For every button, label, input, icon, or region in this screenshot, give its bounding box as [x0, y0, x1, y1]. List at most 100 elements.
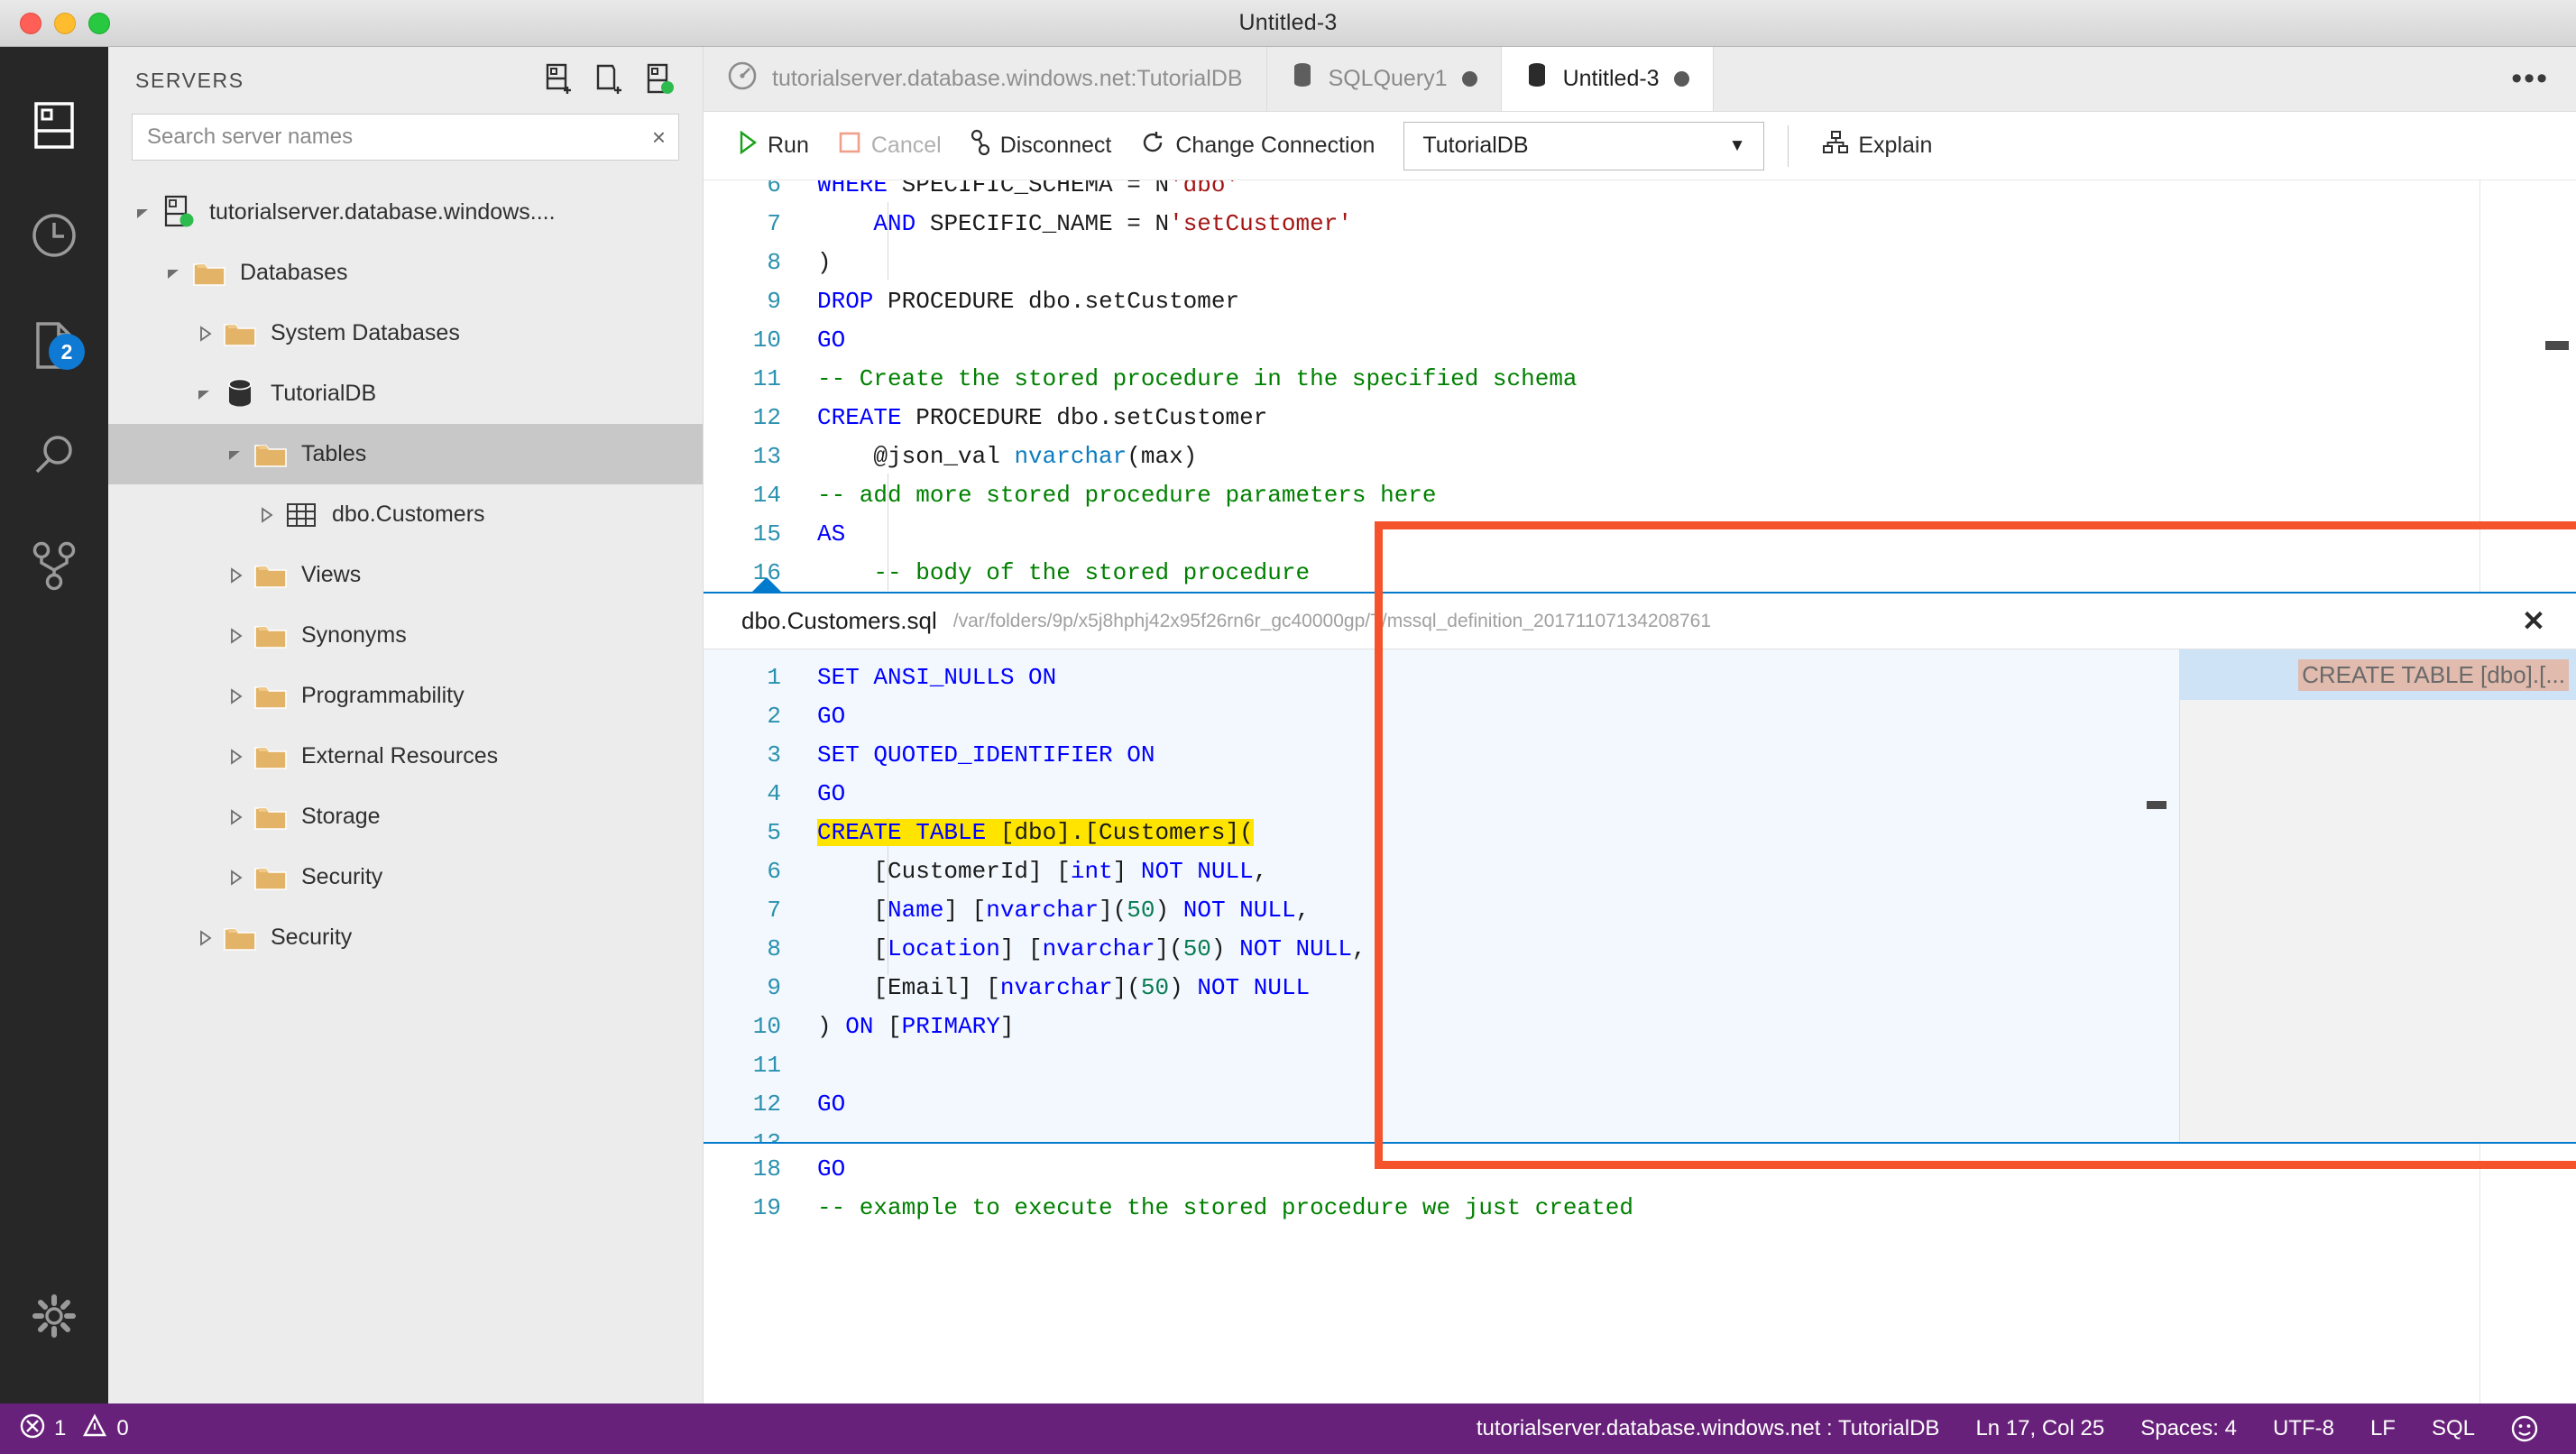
code-line[interactable]: 2 GO — [704, 697, 2179, 736]
code-line[interactable]: 16 -- body of the stored procedure — [704, 554, 2576, 593]
code-line[interactable]: 7 [Name] [nvarchar](50) NOT NULL, — [704, 891, 2179, 930]
tab-untitled-3-dirty-dot[interactable] — [1673, 71, 1689, 87]
code-line[interactable]: 10) ON [PRIMARY] — [704, 1008, 2179, 1046]
tree-item-views[interactable]: Views — [108, 545, 703, 605]
editor-viewport[interactable]: 6 WHERE SPECIFIC_SCHEMA = N'dbo' 7 AND SPE… — [704, 180, 2576, 1403]
editor-code-top[interactable]: 6 WHERE SPECIFIC_SCHEMA = N'dbo' 7 AND SPE… — [704, 180, 2576, 631]
code-line[interactable]: 19 -- example to execute the stored proce… — [704, 1189, 2576, 1228]
editor-actions-more-icon[interactable]: ••• — [2511, 63, 2549, 94]
chevron-down-icon[interactable] — [189, 384, 220, 404]
chevron-right-icon[interactable] — [220, 747, 251, 767]
code-line[interactable]: 6 [CustomerId] [int] NOT NULL, — [704, 852, 2179, 891]
tree-item-security[interactable]: Security — [108, 907, 703, 968]
chevron-right-icon[interactable] — [220, 807, 251, 827]
chevron-right-icon[interactable] — [220, 868, 251, 888]
tree-item-storage[interactable]: Storage — [108, 787, 703, 847]
search-box[interactable]: × — [132, 114, 679, 161]
code-line[interactable]: 6 WHERE SPECIFIC_SCHEMA = N'dbo' — [704, 180, 2576, 205]
code-line[interactable]: 11 — [704, 1046, 2179, 1085]
activity-item-source-control[interactable] — [0, 511, 108, 621]
chevron-down-icon[interactable] — [159, 263, 189, 283]
code-line[interactable]: 1 SET ANSI_NULLS ON — [704, 658, 2179, 697]
peek-result-item[interactable]: CREATE TABLE [dbo].[... — [2180, 649, 2576, 700]
code-token: AND — [873, 210, 916, 237]
status-cursor-position[interactable]: Ln 17, Col 25 — [1957, 1416, 2122, 1441]
cancel-button[interactable]: Cancel — [823, 131, 956, 161]
search-input[interactable] — [147, 124, 652, 150]
tree-item-tables[interactable]: Tables — [108, 424, 703, 484]
code-line[interactable]: 12 GO — [704, 1085, 2179, 1124]
code-line[interactable]: 9 [Email] [nvarchar](50) NOT NULL — [704, 969, 2179, 1008]
status-problems[interactable]: 1 0 — [0, 1413, 129, 1445]
tab-sqlquery1[interactable]: SQLQuery1 — [1267, 47, 1502, 111]
code-line[interactable]: 8 [Location] [nvarchar](50) NOT NULL, — [704, 930, 2179, 969]
code-line[interactable]: 3 SET QUOTED_IDENTIFIER ON — [704, 736, 2179, 775]
code-line[interactable]: 13 — [704, 1124, 2179, 1142]
tab-bar-filler: ••• — [1713, 47, 2576, 111]
code-line[interactable]: 15 AS — [704, 515, 2576, 554]
peek-close-icon[interactable]: ✕ — [2522, 605, 2545, 638]
tab-sqlquery1-dirty-dot[interactable] — [1461, 71, 1477, 87]
disconnect-button[interactable]: Disconnect — [956, 129, 1127, 162]
run-button[interactable]: Run — [723, 130, 823, 161]
code-line[interactable]: 7 AND SPECIFIC_NAME = N'setCustomer' — [704, 205, 2576, 244]
editor-code-bottom[interactable]: 18 GO 19 -- example to execute the stored p… — [704, 1150, 2576, 1228]
status-eol[interactable]: LF — [2352, 1416, 2414, 1441]
new-query-icon[interactable] — [593, 63, 623, 97]
activity-item-servers[interactable] — [0, 70, 108, 180]
connected-server-icon[interactable] — [643, 63, 674, 97]
chevron-down-icon[interactable] — [220, 445, 251, 465]
tree-item-databases[interactable]: Databases — [108, 243, 703, 303]
tree-item-external-resources[interactable]: External Resources — [108, 726, 703, 787]
chevron-right-icon[interactable] — [251, 505, 281, 525]
peek-code[interactable]: 1 SET ANSI_NULLS ON 2 GO 3 SET QUOTED_IDENTIF… — [704, 649, 2179, 1142]
code-line[interactable]: 14 -- add more stored procedure parameter… — [704, 476, 2576, 515]
status-indentation[interactable]: Spaces: 4 — [2122, 1416, 2255, 1441]
code-token: NOT NULL — [1182, 897, 1296, 924]
plug-icon — [971, 129, 990, 162]
chevron-right-icon[interactable] — [220, 686, 251, 706]
tree-item-security[interactable]: Security — [108, 847, 703, 907]
clear-search-icon[interactable]: × — [652, 125, 666, 149]
code-line[interactable]: 9 DROP PROCEDURE dbo.setCustomer — [704, 282, 2576, 321]
code-line[interactable]: 8) — [704, 244, 2576, 282]
status-encoding[interactable]: UTF-8 — [2255, 1416, 2352, 1441]
peek-scrollbar-thumb[interactable] — [2147, 801, 2167, 809]
servers-icon — [33, 101, 75, 150]
code-line[interactable]: 5 CREATE TABLE [dbo].[Customers]( — [704, 814, 2179, 852]
tree-item-synonyms[interactable]: Synonyms — [108, 605, 703, 666]
status-connection[interactable]: tutorialserver.database.windows.net : Tu… — [1458, 1416, 1958, 1441]
database-dropdown[interactable]: TutorialDB ▼ — [1403, 121, 1765, 170]
tab-untitled-3[interactable]: Untitled-3 — [1501, 47, 1714, 111]
tree-item-label: Databases — [240, 260, 348, 285]
tree-item-system-databases[interactable]: System Databases — [108, 303, 703, 364]
status-language-mode[interactable]: SQL — [2414, 1416, 2493, 1441]
activity-item-search[interactable] — [0, 400, 108, 511]
activity-item-history[interactable] — [0, 180, 108, 290]
tree-item-programmability[interactable]: Programmability — [108, 666, 703, 726]
code-line[interactable]: 10 GO — [704, 321, 2576, 360]
smiley-icon[interactable] — [2493, 1415, 2556, 1442]
explain-button[interactable]: Explain — [1808, 131, 1946, 161]
add-connection-icon[interactable] — [542, 63, 573, 97]
change-connection-button[interactable]: Change Connection — [1126, 130, 1389, 161]
code-line[interactable]: 11 -- Create the stored procedure in the … — [704, 360, 2576, 399]
code-line[interactable]: 4 GO — [704, 775, 2179, 814]
activity-item-manage[interactable] — [0, 1261, 108, 1371]
chevron-right-icon[interactable] — [220, 566, 251, 585]
chevron-right-icon[interactable] — [189, 324, 220, 344]
tree-item-tutorialserver-database-windows[interactable]: tutorialserver.database.windows.... — [108, 182, 703, 243]
tab-connection-breadcrumb[interactable]: tutorialserver.database.windows.net:Tuto… — [704, 47, 1267, 111]
folder-icon — [251, 440, 290, 469]
code-line[interactable]: 18 GO — [704, 1150, 2576, 1189]
peek-code-lines[interactable]: 1 SET ANSI_NULLS ON 2 GO 3 SET QUOTED_IDENTIF… — [704, 658, 2179, 1142]
activity-item-explorer[interactable]: 2 — [0, 290, 108, 400]
chevron-right-icon[interactable] — [220, 626, 251, 646]
tree-item-tutorialdb[interactable]: TutorialDB — [108, 364, 703, 424]
chevron-right-icon[interactable] — [189, 928, 220, 948]
tree-item-dbo-customers[interactable]: dbo.Customers — [108, 484, 703, 545]
code-line[interactable]: 13 @json_val nvarchar(max) — [704, 437, 2576, 476]
code-line[interactable]: 12 CREATE PROCEDURE dbo.setCustomer — [704, 399, 2576, 437]
chevron-down-icon[interactable] — [128, 203, 159, 223]
peek-results-list[interactable]: CREATE TABLE [dbo].[... — [2179, 649, 2576, 1142]
